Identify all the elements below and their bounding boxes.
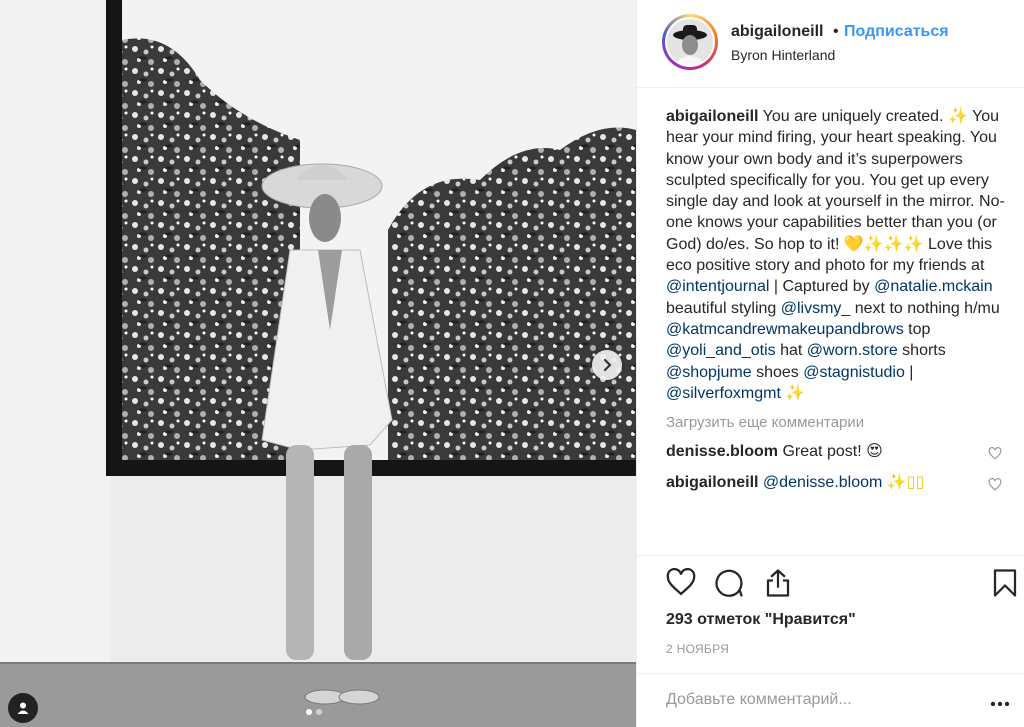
sparkles-emoji: ✨▯▯	[886, 474, 925, 492]
post-photo[interactable]	[0, 0, 636, 727]
likes-count[interactable]: 293 отметок "Нравится"	[666, 611, 856, 629]
action-bar	[637, 555, 1024, 617]
add-comment-section	[637, 673, 1024, 727]
carousel-dot-active	[306, 709, 312, 715]
mention-link[interactable]: @yoli_and_otis	[666, 342, 776, 359]
bookmark-icon	[993, 569, 1017, 597]
save-button[interactable]	[992, 568, 1018, 603]
sparkles-emoji: ✨	[785, 384, 806, 402]
sparkles-emoji: ✨✨✨	[863, 235, 924, 253]
location-link[interactable]: Byron Hinterland	[731, 47, 835, 63]
mention-link[interactable]: @intentjournal	[666, 278, 769, 295]
comments-list[interactable]: abigailoneill You are uniquely created. …	[666, 106, 1006, 556]
share-icon	[766, 569, 790, 597]
comment-username[interactable]: denisse.bloom	[666, 443, 778, 460]
caption-text: hat	[775, 342, 807, 360]
post-sidebar: abigailoneill • Подписаться Byron Hinter…	[636, 0, 1024, 727]
caption-text: shoes	[751, 363, 804, 381]
like-button[interactable]	[666, 567, 696, 601]
caption-text: top	[903, 320, 931, 338]
caption-text: next to nothing h/mu	[850, 299, 1000, 317]
tagged-people-button[interactable]	[8, 693, 38, 723]
chevron-right-icon	[603, 358, 612, 372]
sparkles-emoji: ✨	[947, 108, 968, 125]
ellipsis-icon	[990, 701, 1010, 707]
yellow-heart-emoji: 💛	[843, 235, 864, 253]
comment-like-button[interactable]	[988, 476, 1002, 497]
comment-text: Great post!	[782, 443, 862, 461]
mention-link[interactable]: @silverfoxmgmt	[666, 385, 781, 402]
caption-text: |	[904, 363, 914, 381]
header-username[interactable]: abigailoneill	[731, 23, 823, 41]
avatar[interactable]	[662, 14, 718, 70]
comment-like-button[interactable]	[988, 445, 1002, 466]
comment-button[interactable]	[714, 568, 744, 603]
mention-link[interactable]: @worn.store	[807, 342, 898, 359]
comment-username[interactable]: abigailoneill	[666, 474, 758, 491]
caption-text: You are uniquely created.	[758, 108, 948, 125]
heart-outline-icon	[988, 478, 1002, 491]
load-more-comments-button[interactable]: Загрузить еще комментарии	[666, 414, 1006, 431]
caption-text: beautiful styling	[666, 299, 781, 317]
mention-link[interactable]: @shopjume	[666, 364, 752, 381]
caption-username[interactable]: abigailoneill	[666, 108, 758, 125]
follow-button[interactable]: Подписаться	[844, 23, 949, 41]
comment-item: abigailoneill @denisse.bloom ✨▯▯	[666, 472, 1006, 493]
share-button[interactable]	[763, 568, 793, 603]
more-options-button[interactable]	[990, 694, 1010, 712]
person-icon	[17, 702, 29, 714]
caption-text: You hear your mind firing, your heart sp…	[666, 108, 1005, 253]
heart-outline-icon	[988, 447, 1002, 460]
mention-link[interactable]: @denisse.bloom	[763, 474, 882, 491]
heart-outline-icon	[666, 567, 696, 596]
mention-link[interactable]: @livsmy_	[781, 300, 851, 317]
header-separator: •	[833, 23, 839, 40]
carousel-indicator	[306, 709, 322, 715]
post-caption: abigailoneill You are uniquely created. …	[666, 106, 1006, 404]
caption-text: shorts	[897, 342, 946, 360]
avatar-image	[667, 19, 713, 65]
speech-bubble-icon	[715, 569, 743, 597]
comment-input[interactable]	[666, 691, 966, 709]
post-date[interactable]: 2 ноября	[666, 642, 729, 656]
mention-link[interactable]: @natalie.mckain	[874, 278, 993, 295]
mention-link[interactable]: @katmcandrewmakeupandbrows	[666, 321, 904, 338]
comment-item: denisse.bloom Great post! 😍	[666, 441, 1006, 462]
mention-link[interactable]: @stagnistudio	[803, 364, 905, 381]
caption-text: | Captured by	[769, 278, 875, 296]
heart-eyes-emoji: 😍	[866, 443, 883, 461]
photo-image	[0, 0, 636, 727]
carousel-dot	[316, 709, 322, 715]
post-header: abigailoneill • Подписаться Byron Hinter…	[637, 0, 1024, 88]
next-slide-button[interactable]	[592, 350, 622, 380]
